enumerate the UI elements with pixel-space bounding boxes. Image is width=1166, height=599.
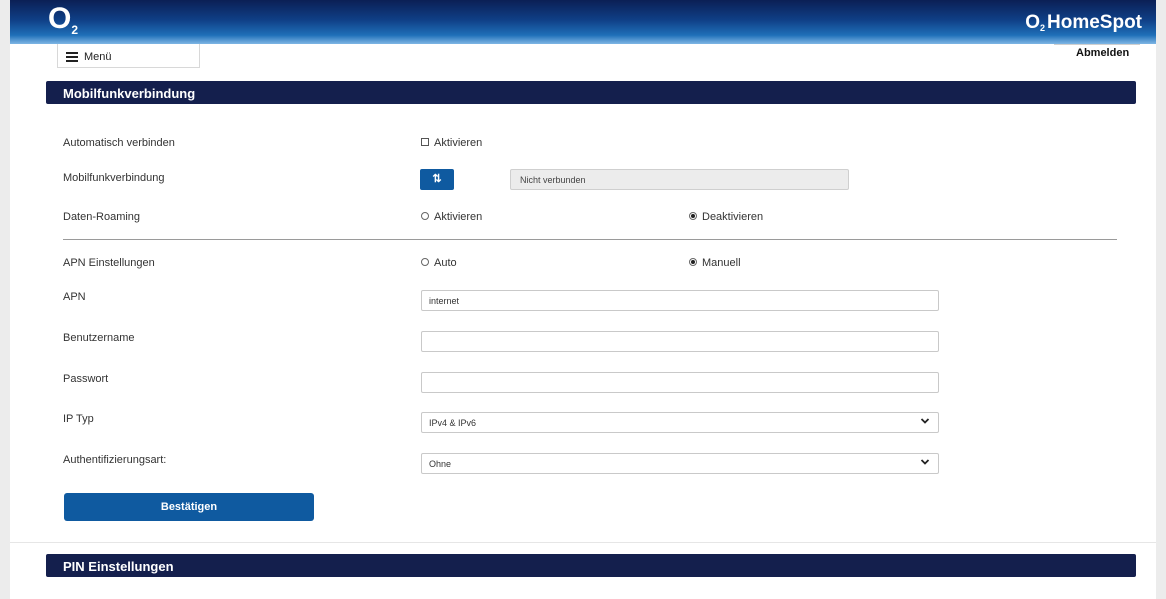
connection-status: Nicht verbunden: [510, 169, 849, 190]
apn-manual-radio[interactable]: [689, 258, 697, 266]
roaming-deactivate-label[interactable]: Deaktivieren: [702, 211, 763, 223]
logout-link[interactable]: Abmelden: [1076, 47, 1129, 59]
apn-manual-label[interactable]: Manuell: [702, 257, 741, 269]
section-header-pin[interactable]: PIN Einstellungen: [46, 554, 1136, 577]
ip-type-label: IP Typ: [63, 413, 94, 425]
o2-logo[interactable]: O2: [48, 2, 78, 37]
brand-letter: O: [1025, 12, 1040, 33]
menu-button[interactable]: Menü: [57, 44, 200, 68]
auto-connect-label: Automatisch verbinden: [63, 137, 175, 149]
confirm-button[interactable]: Bestätigen: [64, 493, 314, 521]
swap-arrows-icon: ⇅: [432, 173, 442, 185]
brand-text: HomeSpot: [1047, 12, 1142, 33]
section-header-mobile[interactable]: Mobilfunkverbindung: [46, 81, 1136, 104]
apn-input[interactable]: internet: [421, 290, 939, 311]
chevron-down-icon: [920, 418, 930, 424]
roaming-activate-label[interactable]: Aktivieren: [434, 211, 482, 223]
section-divider: [63, 239, 1117, 240]
menu-label: Menü: [84, 51, 112, 63]
apn-label: APN: [63, 291, 86, 303]
connection-label: Mobilfunkverbindung: [63, 172, 165, 184]
ip-type-value: IPv4 & IPv6: [429, 418, 477, 428]
roaming-deactivate-radio[interactable]: [689, 212, 697, 220]
ip-type-select[interactable]: IPv4 & IPv6: [421, 412, 939, 433]
username-label: Benutzername: [63, 332, 135, 344]
logo-letter: O: [48, 2, 71, 35]
logo-subscript: 2: [71, 23, 78, 37]
password-input[interactable]: [421, 372, 939, 393]
auth-type-value: Ohne: [429, 459, 452, 469]
auth-type-label: Authentifizierungsart:: [63, 454, 167, 466]
chevron-down-icon: [920, 459, 930, 465]
page-separator: [10, 542, 1156, 543]
apn-settings-label: APN Einstellungen: [63, 257, 155, 269]
apn-auto-radio[interactable]: [421, 258, 429, 266]
header-bar: O2 O2 HomeSpot: [10, 0, 1156, 44]
hamburger-icon: [66, 52, 78, 62]
logout-divider: [1054, 44, 1140, 45]
auto-connect-option-label[interactable]: Aktivieren: [434, 137, 482, 149]
brand-subscript: 2: [1039, 23, 1045, 33]
auth-type-select[interactable]: Ohne: [421, 453, 939, 474]
connect-toggle-button[interactable]: ⇅: [420, 169, 454, 190]
roaming-label: Daten-Roaming: [63, 211, 141, 223]
app-frame: O2 O2 HomeSpot Menü Abmelden Mobilfunkver…: [10, 0, 1156, 599]
auto-connect-checkbox[interactable]: [421, 138, 429, 146]
brand-title: O2 HomeSpot: [1025, 12, 1142, 34]
username-input[interactable]: [421, 331, 939, 352]
apn-auto-label[interactable]: Auto: [434, 257, 457, 269]
password-label: Passwort: [63, 373, 109, 385]
roaming-activate-radio[interactable]: [421, 212, 429, 220]
